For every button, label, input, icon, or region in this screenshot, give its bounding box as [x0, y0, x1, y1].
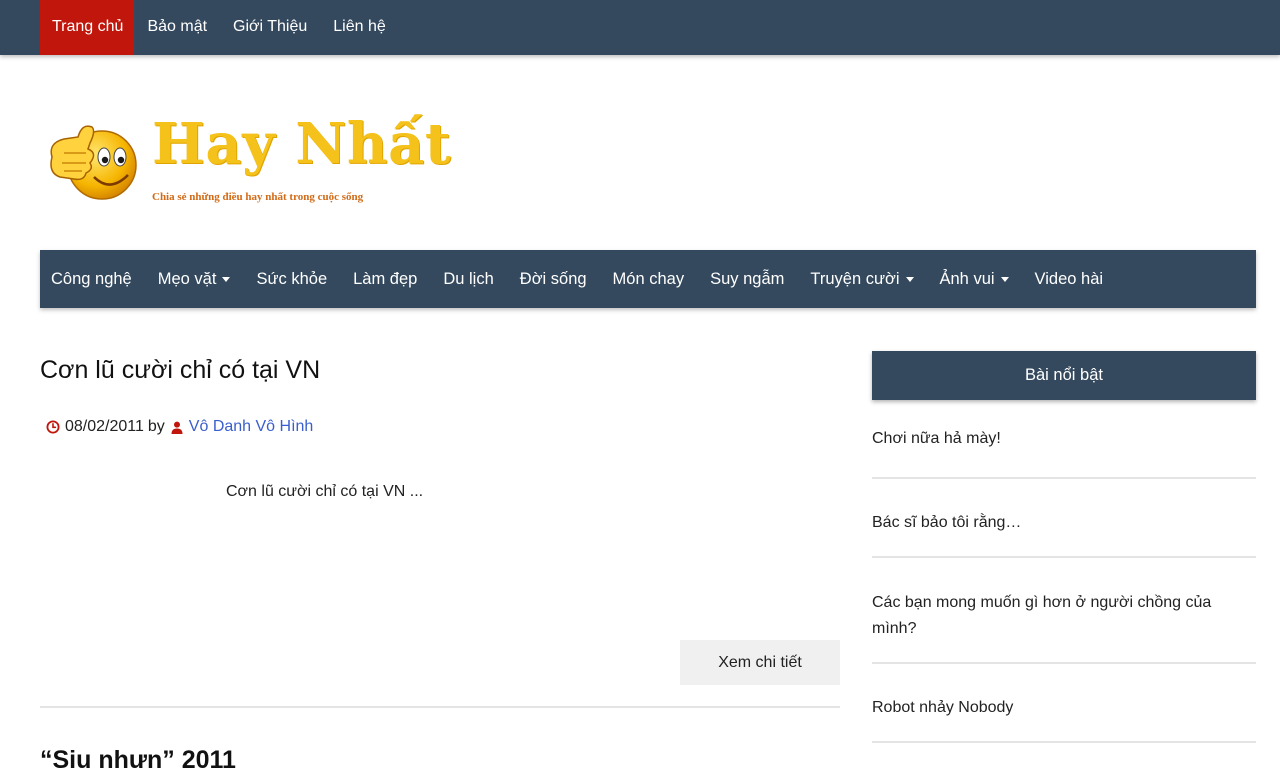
- clock-icon: [46, 420, 60, 434]
- top-nav-home[interactable]: Trang chủ: [40, 0, 135, 55]
- read-more-button[interactable]: Xem chi tiết: [680, 640, 840, 685]
- thumbs-up-smiley-icon: [50, 125, 137, 200]
- menu-item-label: Mẹo vặt: [157, 269, 217, 288]
- featured-posts-title: Bài nổi bật: [872, 351, 1256, 400]
- menu-item-lam-dep[interactable]: Làm đẹp: [340, 250, 430, 308]
- menu-item-anh-vui[interactable]: Ảnh vui: [927, 250, 1022, 308]
- featured-post-item: Chơi nữa hả mày!: [872, 416, 1256, 479]
- post-meta: 08/02/2011 by Vô Danh Vô Hình: [46, 418, 313, 436]
- featured-posts-list: Chơi nữa hả mày! Bác sĩ bảo tôi rằng… Cá…: [872, 416, 1256, 743]
- menu-item-label: Công nghệ: [51, 269, 132, 288]
- menu-item-label: Làm đẹp: [353, 269, 418, 288]
- top-nav-about[interactable]: Giới Thiệu: [220, 0, 320, 55]
- menu-item-label: Du lịch: [443, 269, 494, 288]
- menu-item-label: Sức khỏe: [256, 269, 328, 288]
- menu-item-suy-ngam[interactable]: Suy ngẫm: [697, 250, 797, 308]
- logo-title: Hay Nhất: [152, 111, 452, 177]
- post-excerpt: Cơn lũ cười chỉ có tại VN ...: [226, 483, 424, 500]
- caret-down-icon: [222, 277, 231, 282]
- top-nav-contact[interactable]: Liên hệ: [320, 0, 399, 55]
- post-title[interactable]: Cơn lũ cười chỉ có tại VN: [40, 356, 320, 385]
- menu-item-video-hai[interactable]: Video hài: [1022, 250, 1117, 308]
- post-divider: [40, 706, 840, 708]
- featured-post-link[interactable]: Các bạn mong muốn gì hơn ở người chồng c…: [872, 590, 1256, 642]
- featured-post-item: Robot nhảy Nobody: [872, 664, 1256, 743]
- user-icon: [171, 421, 183, 434]
- menu-item-label: Ảnh vui: [939, 269, 995, 288]
- sidebar: Bài nổi bật Chơi nữa hả mày! Bác sĩ bảo …: [872, 351, 1256, 743]
- caret-down-icon: [905, 277, 914, 282]
- menu-item-suc-khoe[interactable]: Sức khỏe: [243, 250, 340, 308]
- featured-post-item: Bác sĩ bảo tôi rằng…: [872, 479, 1256, 558]
- post-title[interactable]: “Siu nhưn” 2011: [40, 746, 236, 768]
- menu-item-cong-nghe[interactable]: Công nghệ: [40, 250, 145, 308]
- top-nav-security[interactable]: Bảo mật: [134, 0, 220, 55]
- featured-post-link[interactable]: Bác sĩ bảo tôi rằng…: [872, 510, 1256, 536]
- menu-item-meo-vat[interactable]: Mẹo vặt: [145, 250, 244, 308]
- featured-post-item: Các bạn mong muốn gì hơn ở người chồng c…: [872, 558, 1256, 664]
- post-date: 08/02/2011: [65, 418, 144, 435]
- menu-item-label: Món chay: [612, 269, 685, 288]
- top-navbar: Trang chủ Bảo mật Giới Thiệu Liên hệ: [0, 0, 1280, 55]
- site-logo[interactable]: Hay Nhất Chia sẻ những điều hay nhất tro…: [40, 105, 451, 215]
- post-by: by: [147, 418, 165, 435]
- main-menu: Công nghệ Mẹo vặt Sức khỏe Làm đẹp Du lị…: [40, 250, 1256, 308]
- menu-item-label: Suy ngẫm: [710, 269, 785, 288]
- menu-item-doi-song[interactable]: Đời sống: [507, 250, 600, 308]
- featured-post-link[interactable]: Robot nhảy Nobody: [872, 695, 1256, 721]
- logo-tagline: Chia sẻ những điều hay nhất trong cuộc s…: [152, 191, 364, 203]
- caret-down-icon: [1000, 277, 1009, 282]
- menu-item-label: Truyện cười: [810, 269, 900, 288]
- menu-item-mon-chay[interactable]: Món chay: [600, 250, 698, 308]
- menu-item-truyen-cuoi[interactable]: Truyện cười: [797, 250, 926, 308]
- menu-item-label: Video hài: [1034, 269, 1104, 288]
- menu-item-label: Đời sống: [519, 269, 587, 288]
- menu-item-du-lich[interactable]: Du lịch: [430, 250, 506, 308]
- post-author-link[interactable]: Vô Danh Vô Hình: [189, 418, 314, 436]
- featured-post-link[interactable]: Chơi nữa hả mày!: [872, 426, 1256, 452]
- top-nav: Trang chủ Bảo mật Giới Thiệu Liên hệ: [40, 0, 399, 55]
